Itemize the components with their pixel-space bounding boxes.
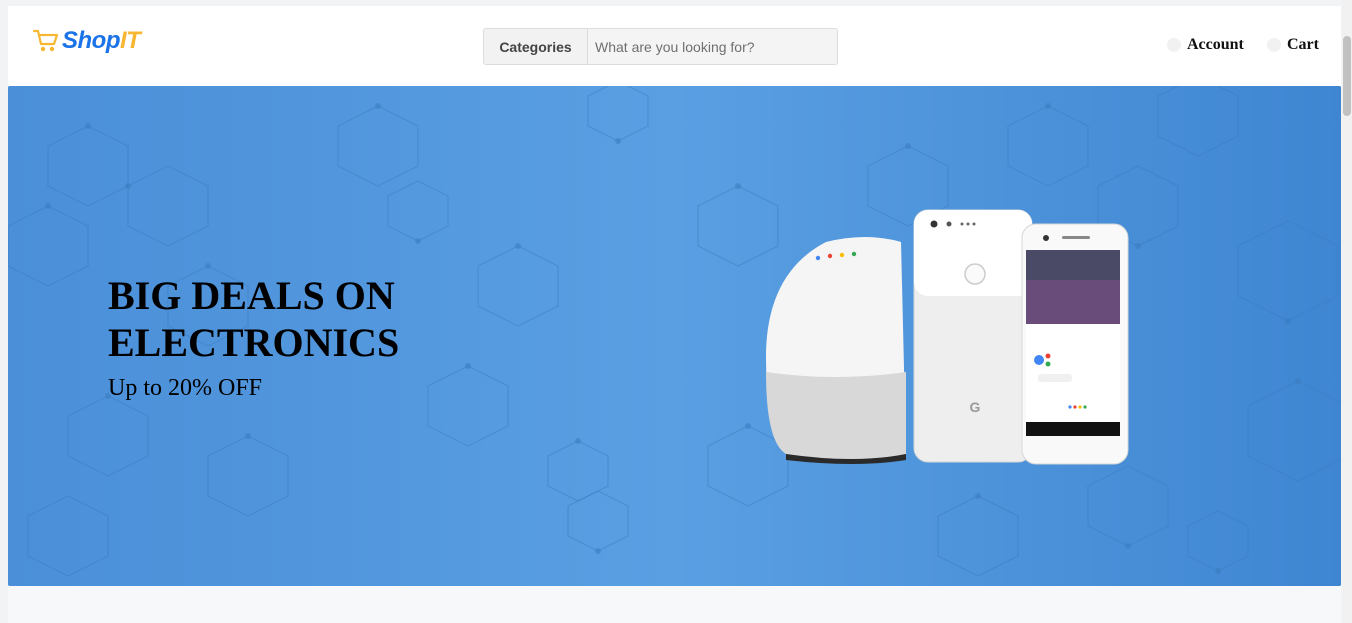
page: ShopIT Categories Account Cart (8, 6, 1341, 623)
hero-title: BIG DEALS ON ELECTRONICS (108, 273, 400, 365)
search-bar: Categories (483, 28, 838, 65)
content-area (8, 586, 1341, 623)
logo-text: ShopIT (62, 27, 141, 55)
svg-text:G: G (970, 399, 981, 415)
smart-speaker-icon (766, 237, 906, 464)
account-icon (1167, 38, 1181, 52)
cart-nav-icon (1267, 38, 1281, 52)
cart-link[interactable]: Cart (1267, 36, 1319, 54)
logo-text-it: IT (120, 27, 141, 54)
smart-speaker-and-phones-image: G (766, 209, 1129, 465)
phone-back-icon: G (913, 209, 1033, 463)
page-scrollbar[interactable] (1342, 0, 1352, 623)
cart-label: Cart (1287, 36, 1319, 53)
shopit-logo[interactable]: ShopIT (33, 27, 141, 55)
categories-dropdown[interactable]: Categories (484, 29, 588, 64)
cart-icon (33, 29, 59, 52)
hero-banner[interactable]: BIG DEALS ON ELECTRONICS Up to 20% OFF G (8, 86, 1341, 586)
logo-text-shop: Shop (62, 27, 121, 54)
account-label: Account (1187, 36, 1244, 53)
site-header: ShopIT Categories Account Cart (8, 6, 1341, 86)
hero-subtitle: Up to 20% OFF (108, 375, 263, 401)
phone-front-icon (1021, 223, 1129, 465)
account-link[interactable]: Account (1167, 36, 1244, 54)
scrollbar-thumb[interactable] (1343, 36, 1351, 116)
search-input[interactable] (588, 29, 837, 64)
